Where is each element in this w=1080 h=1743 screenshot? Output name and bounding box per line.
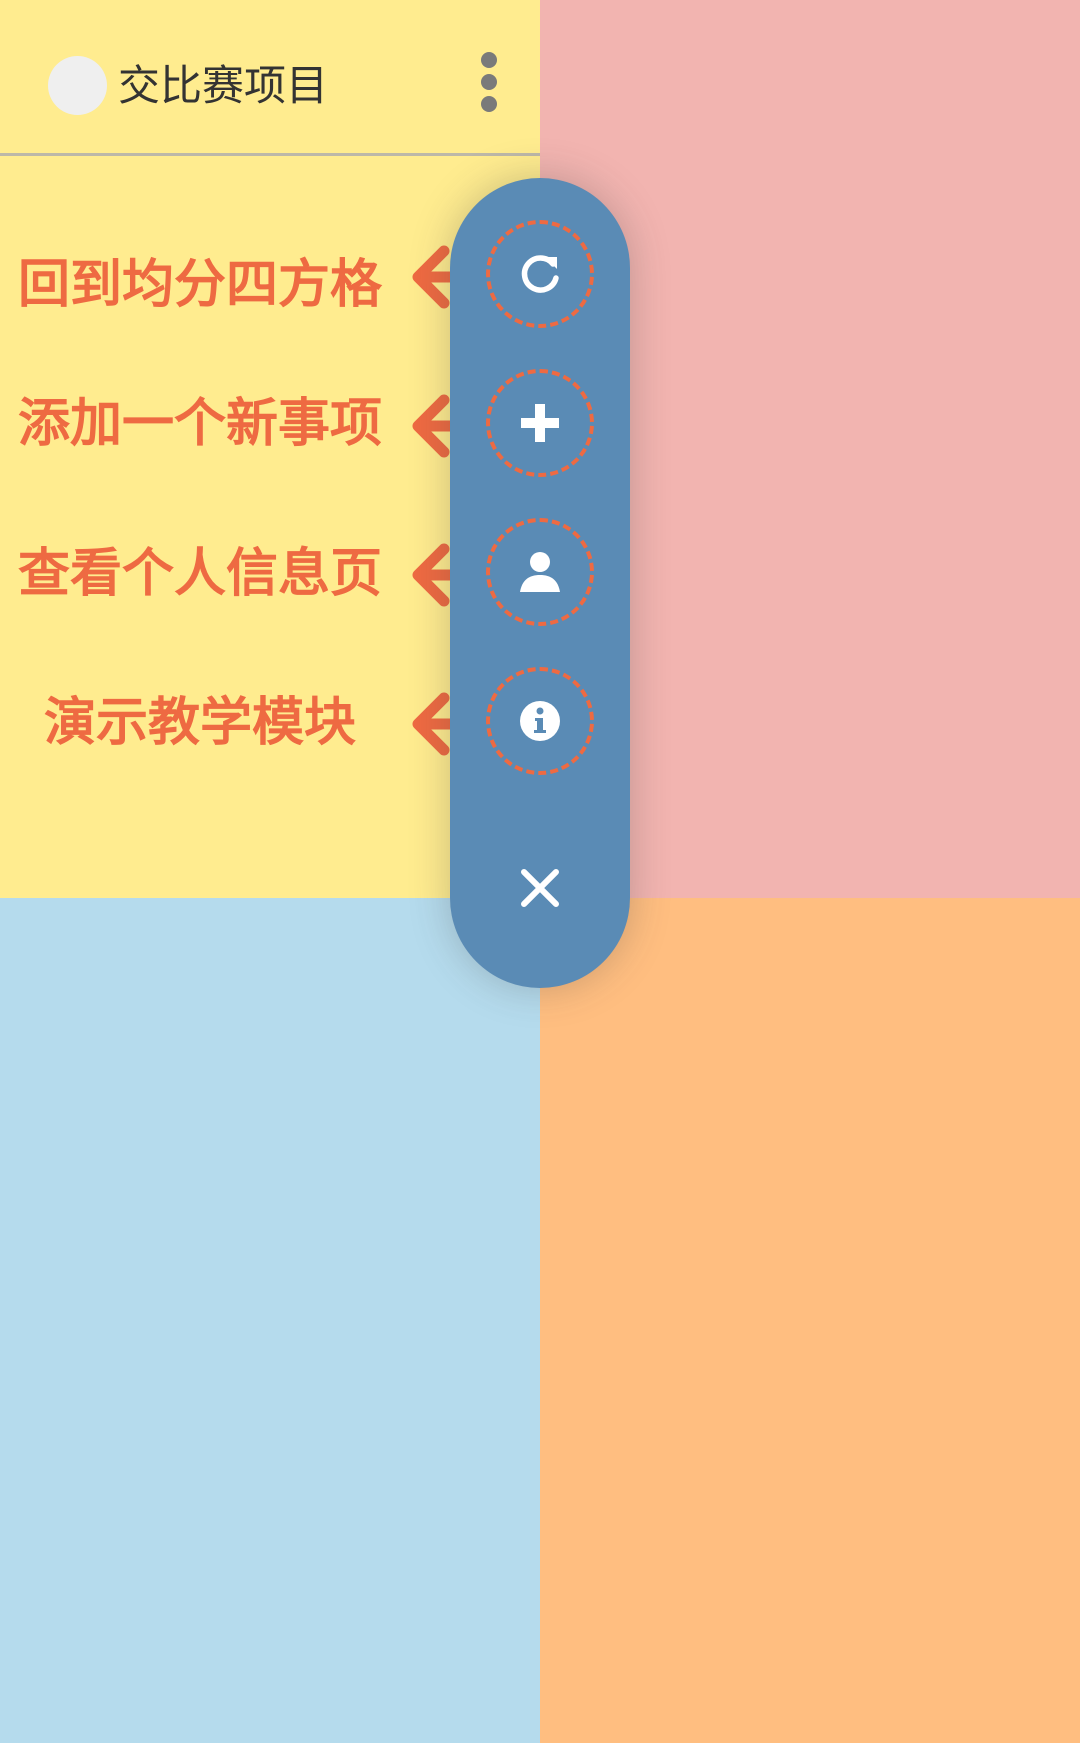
profile-button[interactable] [486, 518, 594, 626]
refresh-icon [521, 255, 559, 293]
close-icon [521, 869, 559, 907]
card-title[interactable]: 交比赛项目 [118, 58, 328, 114]
quadrant-bottom-right[interactable] [540, 898, 1080, 1743]
avatar[interactable] [48, 56, 107, 115]
floating-action-menu [450, 178, 630, 988]
hint-label-tutorial: 演示教学模块 [43, 693, 356, 753]
more-options-icon[interactable] [474, 50, 504, 114]
card-header: 交比赛项目 [0, 0, 540, 156]
hint-label-add-item: 添加一个新事项 [17, 394, 382, 454]
add-item-button[interactable] [486, 369, 594, 477]
hint-label-profile: 查看个人信息页 [17, 544, 382, 604]
hint-label-reset-grid: 回到均分四方格 [17, 255, 382, 315]
close-menu-button[interactable] [500, 848, 580, 928]
info-icon [520, 701, 560, 741]
quadrant-bottom-left[interactable] [0, 898, 540, 1743]
person-icon [520, 552, 560, 592]
plus-icon [521, 404, 559, 442]
tutorial-button[interactable] [486, 667, 594, 775]
reset-grid-button[interactable] [486, 220, 594, 328]
screen: 交比赛项目 回到均分四方格 添加一个新事项 查看个人信息页 演示教学模块 [0, 0, 1080, 1743]
